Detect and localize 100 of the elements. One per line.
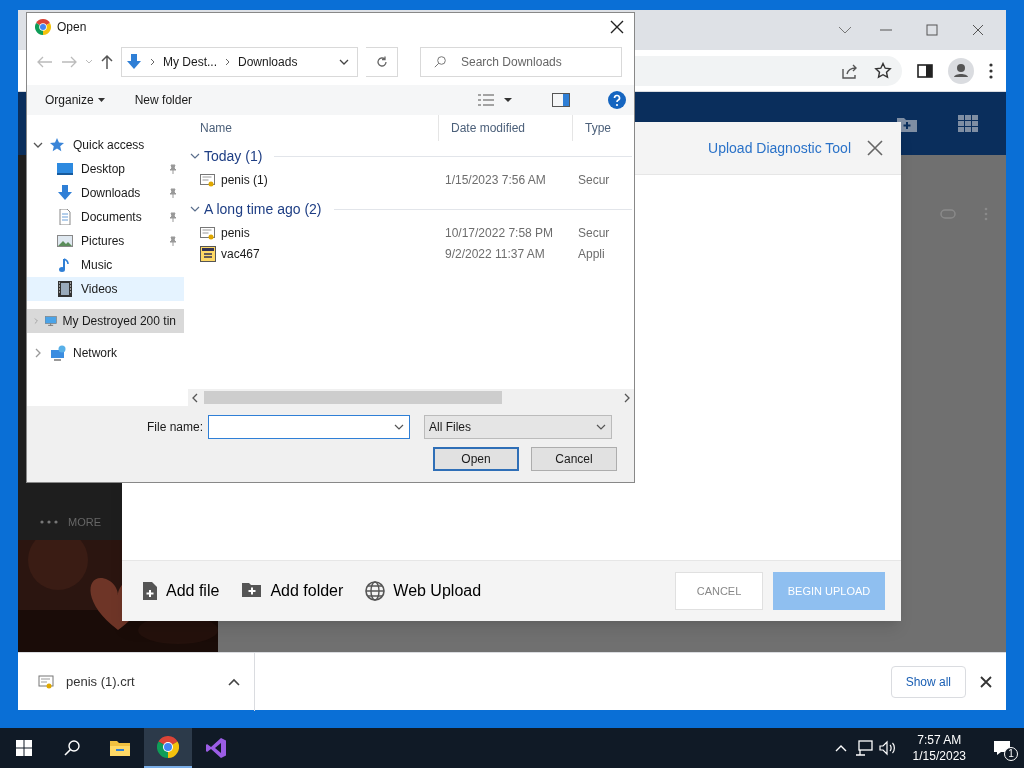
breadcrumb-item[interactable]: Downloads [238, 53, 298, 71]
star-icon[interactable] [874, 61, 892, 80]
caret-down-icon [504, 98, 512, 102]
grid-icon[interactable] [958, 114, 978, 133]
cancel-button[interactable]: CANCEL [675, 572, 763, 610]
search-field[interactable]: Search Downloads [420, 47, 622, 77]
folder-icon [109, 739, 131, 757]
chevron-down-icon[interactable] [394, 424, 405, 430]
nav-tree-item[interactable]: Desktop [27, 157, 184, 181]
file-name: penis (1) [221, 171, 268, 189]
menu-icon[interactable] [988, 61, 994, 80]
up-arrow-icon[interactable] [101, 54, 113, 70]
chevron-down-icon [596, 424, 607, 430]
column-header[interactable]: Name [188, 115, 438, 141]
upload-dialog-title: Upload Diagnostic Tool [708, 138, 851, 158]
chevron-down-icon[interactable] [339, 59, 349, 65]
scrollbar-thumb[interactable] [204, 391, 502, 404]
profile-icon[interactable] [948, 57, 974, 84]
list-view-icon [478, 94, 494, 106]
breadcrumb-item[interactable]: My Dest... [163, 53, 217, 71]
file-row[interactable]: penis 10/17/2022 7:58 PM Secur [188, 222, 634, 243]
help-icon[interactable] [608, 91, 626, 109]
notification-count: 1 [1004, 747, 1018, 761]
clock[interactable]: 7:57 AM 1/15/2023 [906, 732, 972, 764]
caret-up-icon[interactable] [228, 677, 240, 686]
column-header[interactable]: Type [572, 115, 622, 141]
nav-tree-item[interactable]: Downloads [27, 181, 184, 205]
address-bar[interactable]: My Dest... Downloads [121, 47, 358, 77]
chevron-right-icon [150, 58, 155, 66]
chevron-down-icon[interactable] [33, 140, 43, 150]
dialog-button[interactable]: Cancel [531, 447, 617, 471]
dialog-button[interactable]: Open [433, 447, 519, 471]
visual-studio-icon [205, 737, 227, 759]
chevron-down-icon [190, 151, 200, 161]
organize-button[interactable]: Organize [45, 91, 105, 109]
column-header[interactable]: Date modified [438, 115, 572, 141]
file-type: Appli [577, 245, 605, 263]
file-type-dropdown[interactable]: All Files [424, 415, 613, 439]
desktop-icon [57, 161, 75, 177]
nav-tree-item[interactable]: Documents [27, 205, 184, 229]
download-item[interactable]: penis (1).crt [18, 652, 255, 711]
video-icon [57, 281, 75, 297]
side-panel-icon[interactable] [916, 61, 934, 80]
refresh-button[interactable] [366, 47, 398, 77]
refresh-icon [375, 56, 388, 68]
file-name: penis [221, 224, 250, 242]
application-icon [200, 245, 216, 262]
search-icon [434, 56, 446, 68]
new-folder-button[interactable]: New folder [134, 91, 193, 109]
windows-icon [16, 740, 32, 756]
group-header[interactable]: Today (1) [190, 145, 263, 167]
chrome-icon [157, 736, 179, 758]
nav-tree-item[interactable]: Pictures [27, 229, 184, 253]
chrome-icon [35, 19, 51, 35]
file-name: vac467 [221, 245, 260, 263]
upload-action-button[interactable]: Add file [142, 579, 220, 603]
computer-icon [45, 313, 57, 329]
preview-pane-icon[interactable] [552, 93, 570, 107]
volume-icon[interactable] [878, 740, 897, 756]
view-options-button[interactable] [478, 94, 512, 106]
caret-down-icon [97, 98, 105, 102]
file-date: 10/17/2022 7:58 PM [444, 224, 555, 242]
file-plus-icon [142, 581, 158, 601]
more-icon[interactable] [40, 520, 58, 524]
chevron-up-icon[interactable] [834, 744, 847, 752]
certificate-icon [200, 224, 216, 241]
chevron-right-icon [225, 58, 230, 66]
file-type: Secur [577, 224, 610, 242]
certificate-icon [200, 171, 216, 188]
network-icon [49, 345, 67, 361]
close-icon[interactable] [610, 20, 624, 34]
close-icon[interactable] [980, 675, 992, 688]
horizontal-scrollbar[interactable] [188, 389, 634, 406]
chevron-right-icon[interactable] [33, 348, 43, 358]
network-icon[interactable] [854, 740, 873, 756]
clock-date: 1/15/2023 [912, 748, 966, 764]
file-row[interactable]: vac467 9/2/2022 11:37 AM Appli [188, 243, 634, 264]
download-file-name: penis (1).crt [66, 672, 136, 691]
nav-tree-item[interactable]: Music [27, 253, 184, 277]
clock-time: 7:57 AM [917, 732, 962, 748]
show-all-button[interactable]: Show all [890, 665, 966, 698]
nav-tree-item[interactable]: Quick access [27, 133, 184, 157]
file-date: 9/2/2022 11:37 AM [444, 245, 546, 263]
file-row[interactable]: penis (1) 1/15/2023 7:56 AM Secur [188, 169, 634, 190]
download-icon [126, 54, 142, 70]
file-date: 1/15/2023 7:56 AM [444, 171, 547, 189]
search-icon [64, 740, 80, 756]
upload-action-button[interactable]: Add folder [241, 579, 344, 603]
group-header[interactable]: A long time ago (2) [190, 198, 322, 220]
upload-action-button[interactable]: Web Upload [365, 579, 482, 603]
notification-button[interactable]: 1 [980, 728, 1024, 768]
nav-tree-item[interactable]: Videos [27, 277, 184, 301]
chrome-button[interactable] [144, 728, 192, 768]
file-name-field[interactable] [208, 415, 411, 439]
file-name-label: File name: [147, 419, 204, 436]
nav-tree-item[interactable]: Network [27, 341, 184, 365]
certificate-icon [38, 673, 54, 690]
dialog-title: Open [57, 19, 88, 36]
nav-tree-item[interactable]: My Destroyed 200 tin [27, 309, 184, 333]
pictures-icon [57, 233, 75, 249]
